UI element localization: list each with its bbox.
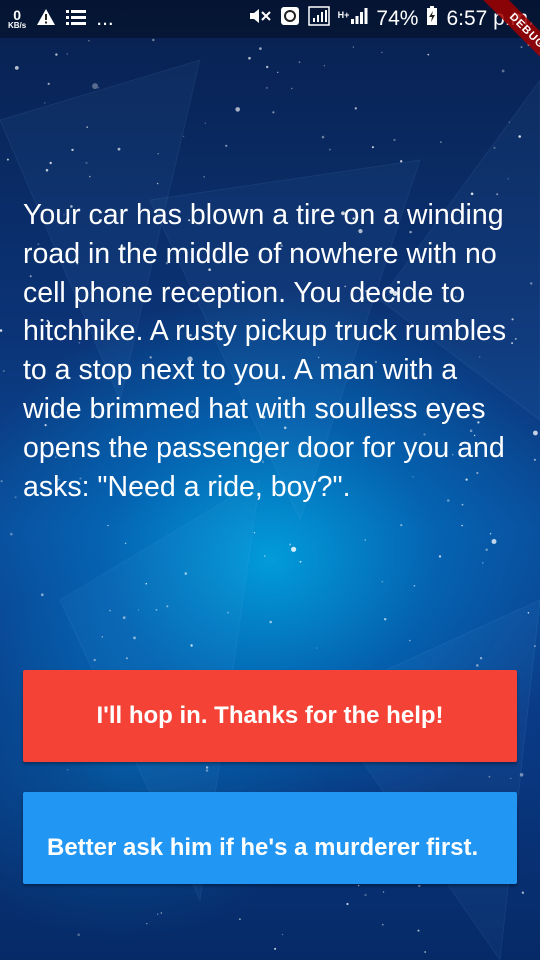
list-icon xyxy=(66,8,87,31)
net-speed-value: 0 xyxy=(13,7,22,23)
choice2-label: Better ask him if he's a murderer first. xyxy=(47,833,479,861)
debug-banner: DEBUG xyxy=(460,0,540,80)
choice2-button[interactable]: Better ask him if he's a murderer first. xyxy=(23,792,517,884)
net-speed-unit: KB/s xyxy=(8,21,27,30)
choice1-button[interactable]: I'll hop in. Thanks for the help! xyxy=(23,670,517,762)
debug-banner-label: DEBUG xyxy=(481,0,540,77)
battery-icon xyxy=(426,6,438,32)
sim-signal-icon xyxy=(307,6,330,32)
story-text: Your car has blown a tire on a winding r… xyxy=(23,199,507,503)
signal-icon xyxy=(350,7,368,31)
network-type-label: H+ xyxy=(337,10,350,20)
status-bar: 0 KB/s ... H+ 74% 6:57 p.m. xyxy=(0,0,540,38)
choice1-label: I'll hop in. Thanks for the help! xyxy=(96,702,444,729)
whatsapp-icon xyxy=(280,6,300,32)
net-speed-indicator: 0 KB/s xyxy=(8,8,26,30)
battery-percent: 74% xyxy=(376,7,419,30)
warning-icon xyxy=(36,8,56,31)
mute-icon xyxy=(248,7,272,31)
more-notifications-indicator: ... xyxy=(96,7,114,30)
